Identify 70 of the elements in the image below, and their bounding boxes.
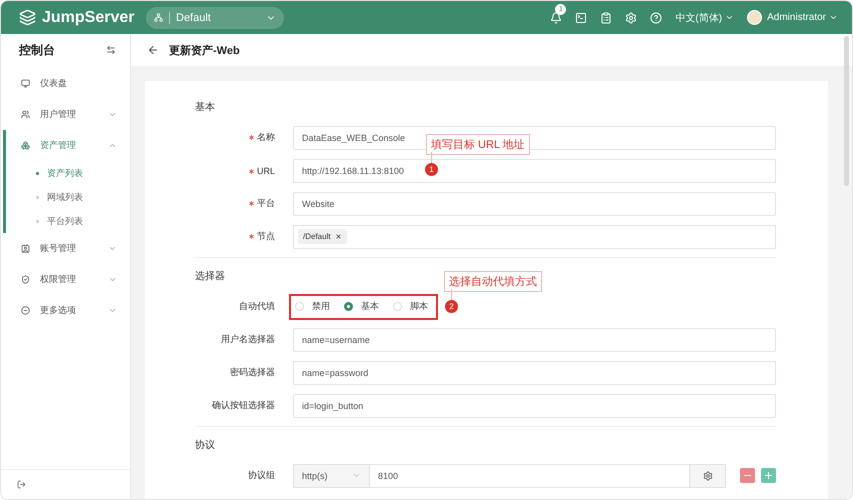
field-label: 自动代填 bbox=[238, 300, 275, 313]
section-title: 基本 bbox=[195, 100, 215, 115]
help-icon[interactable] bbox=[650, 12, 662, 24]
field-label: 协议组 bbox=[247, 469, 275, 482]
close-icon[interactable] bbox=[334, 233, 342, 240]
radio-option[interactable]: 禁用 bbox=[295, 300, 330, 313]
menu-icon bbox=[21, 110, 30, 119]
callout-label: 选择自动代填方式 bbox=[444, 271, 542, 292]
node-tag: /Default bbox=[298, 229, 347, 244]
sidebar-item[interactable]: 用户管理 bbox=[3, 99, 130, 130]
settings-icon[interactable] bbox=[625, 12, 638, 24]
sidebar-item[interactable]: 账号管理 bbox=[3, 233, 130, 264]
menu-icon bbox=[21, 275, 30, 284]
sidebar-title: 控制台 bbox=[19, 42, 55, 58]
brand-name: JumpServer bbox=[42, 8, 136, 26]
page-title: 更新资产-Web bbox=[169, 44, 240, 58]
field-label: 确认按钮选择器 bbox=[211, 399, 275, 412]
logo-icon bbox=[19, 9, 36, 26]
clipboard-icon[interactable] bbox=[600, 12, 612, 24]
protocol-select[interactable]: http(s) bbox=[293, 464, 370, 488]
user-dropdown[interactable]: Administrator bbox=[767, 12, 838, 23]
required-asterisk-icon bbox=[249, 201, 254, 206]
radio-option[interactable]: 基本 bbox=[344, 300, 379, 313]
node-field[interactable]: /Default bbox=[293, 224, 776, 248]
sidebar-item[interactable]: 更多选项 bbox=[3, 295, 130, 326]
section-title: 协议 bbox=[195, 438, 215, 453]
menu-icon bbox=[21, 79, 30, 88]
required-asterisk-icon bbox=[248, 168, 254, 174]
field-label: URL bbox=[195, 166, 275, 176]
field-label: 节点 bbox=[195, 230, 275, 243]
plus-icon bbox=[765, 472, 772, 479]
menu-icon bbox=[21, 141, 30, 150]
gear-icon bbox=[702, 470, 712, 480]
caret-icon bbox=[829, 13, 838, 22]
swap-icon[interactable] bbox=[106, 45, 116, 55]
field-label: 用户名选择器 bbox=[220, 333, 275, 346]
avatar[interactable] bbox=[747, 10, 762, 25]
port-field[interactable]: 8100 bbox=[370, 464, 689, 488]
leader-line bbox=[451, 289, 452, 300]
menu-icon bbox=[21, 244, 30, 253]
field-label: 平台 bbox=[195, 197, 275, 210]
language-dropdown[interactable]: 中文(简体) bbox=[675, 10, 734, 24]
step-marker: 2 bbox=[445, 300, 458, 313]
caret-icon bbox=[352, 471, 361, 480]
settings-button[interactable] bbox=[689, 464, 726, 488]
text-field[interactable]: Website bbox=[293, 192, 776, 216]
section-title: 选择器 bbox=[195, 270, 225, 284]
bell-icon[interactable] bbox=[550, 12, 562, 24]
logout-icon[interactable] bbox=[17, 480, 26, 489]
terminal-icon[interactable] bbox=[575, 12, 588, 24]
scrollbar[interactable] bbox=[844, 36, 849, 186]
field-label: 密码选择器 bbox=[229, 366, 275, 379]
remove-button[interactable] bbox=[740, 468, 755, 483]
leader-line bbox=[431, 152, 432, 163]
sidebar-item[interactable]: 仪表盘 bbox=[3, 68, 130, 99]
back-icon[interactable] bbox=[147, 44, 159, 56]
caret-icon bbox=[725, 13, 734, 22]
radio-option[interactable]: 脚本 bbox=[393, 300, 428, 313]
minus-icon bbox=[744, 472, 751, 479]
text-field[interactable]: name=password bbox=[293, 360, 776, 384]
callout-label: 填写目标 URL 地址 bbox=[426, 134, 530, 155]
required-asterisk-icon bbox=[249, 135, 254, 140]
org-icon bbox=[154, 13, 163, 22]
required-asterisk-icon bbox=[249, 234, 254, 240]
text-field[interactable]: id=login_button bbox=[293, 394, 776, 418]
field-label: 名称 bbox=[195, 131, 275, 144]
text-field[interactable]: name=username bbox=[293, 328, 776, 352]
radio-button[interactable] bbox=[344, 302, 353, 311]
sidebar-item[interactable]: 权限管理 bbox=[3, 264, 130, 295]
menu-icon bbox=[21, 306, 30, 315]
